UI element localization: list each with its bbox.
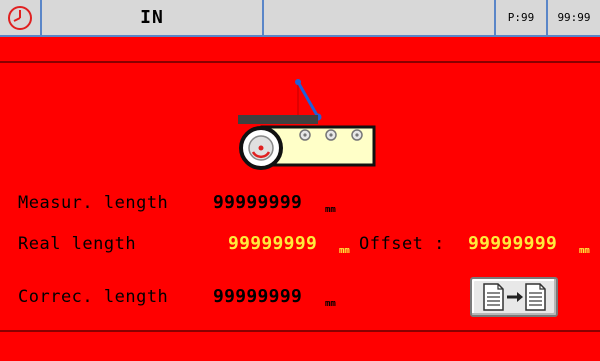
real-length-label: Real length <box>18 234 137 254</box>
status-message-area <box>264 0 496 35</box>
offset-label: Offset : <box>359 234 445 254</box>
real-length-unit: mm <box>339 246 350 256</box>
corrected-length-value: 99999999 <box>213 286 303 307</box>
measured-length-label: Measur. length <box>18 193 169 213</box>
bottom-divider <box>0 330 600 332</box>
corrected-length-unit: mm <box>325 299 336 309</box>
offset-input[interactable]: 99999999 <box>468 233 557 254</box>
real-length-input[interactable]: 99999999 <box>228 233 317 254</box>
corrected-length-label: Correc. length <box>18 287 169 307</box>
measured-length-value: 99999999 <box>213 192 303 213</box>
top-divider <box>0 61 600 63</box>
offset-unit: mm <box>579 246 590 256</box>
status-bar: IN P:99 99:99 <box>0 0 600 37</box>
conveyor-encoder-icon <box>238 79 376 170</box>
mode-indicator[interactable]: IN <box>42 0 264 35</box>
clock-icon <box>8 5 32 30</box>
apply-correction-button[interactable] <box>470 277 558 317</box>
program-indicator[interactable]: P:99 <box>496 0 548 35</box>
measured-length-unit: mm <box>325 205 336 215</box>
clock-cell[interactable] <box>0 0 42 35</box>
copy-document-icon <box>483 283 546 311</box>
counter-indicator[interactable]: 99:99 <box>548 0 600 35</box>
measurement-screen: IN P:99 99:99 Measur. length 99999999 mm… <box>0 0 600 361</box>
